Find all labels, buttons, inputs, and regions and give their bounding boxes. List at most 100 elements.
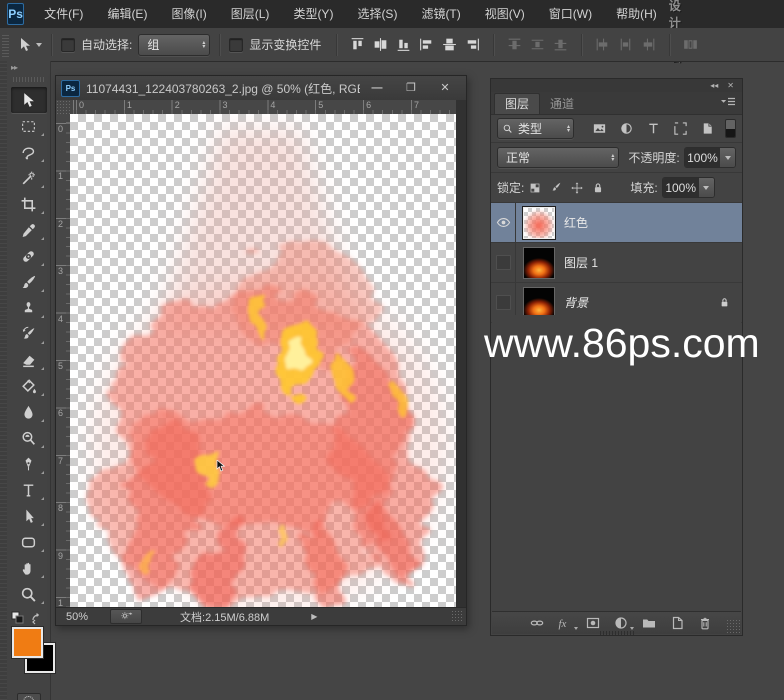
minimize-button[interactable]: — <box>360 77 394 99</box>
adjustment-layer-button[interactable] <box>613 615 629 631</box>
maximize-button[interactable]: ❐ <box>394 77 428 99</box>
close-panel-icon[interactable]: ✕ <box>727 81 734 90</box>
panel-resize-nub[interactable] <box>600 631 634 635</box>
crop-tool[interactable] <box>11 191 47 217</box>
blend-mode-dropdown[interactable]: 正常 ▴▾ <box>497 147 619 168</box>
panel-menu-icon[interactable] <box>720 97 736 107</box>
status-options-button[interactable] <box>110 609 142 624</box>
menu-item-7[interactable]: 滤镜(T) <box>409 0 472 28</box>
dodge-tool[interactable] <box>11 425 47 451</box>
window-frame <box>456 100 466 608</box>
filter-type-dropdown[interactable]: 类型 ▴▾ <box>497 118 574 139</box>
visibility-eye-icon[interactable] <box>491 203 516 242</box>
magic-wand-tool[interactable] <box>11 165 47 191</box>
collapse-panel-icon[interactable]: ▸▸ <box>7 61 50 74</box>
delete-layer-button[interactable] <box>697 615 713 631</box>
shape-tool[interactable] <box>11 529 47 555</box>
layer-styles-button[interactable]: fx <box>557 615 573 631</box>
pen-tool[interactable] <box>11 451 47 477</box>
layer-name[interactable]: 背景 <box>564 294 588 311</box>
opacity-dropdown[interactable]: 100% <box>684 147 736 168</box>
layer-name[interactable]: 图层 1 <box>564 254 598 271</box>
layer-name[interactable]: 红色 <box>564 214 588 231</box>
align-top-edges-button[interactable] <box>346 33 369 57</box>
visibility-toggle-empty[interactable] <box>491 243 516 282</box>
eraser-tool[interactable] <box>11 347 47 373</box>
fill-dropdown[interactable]: 100% <box>662 177 715 198</box>
menu-item-5[interactable]: 类型(Y) <box>281 0 345 28</box>
align-left-edges-button[interactable] <box>415 33 438 57</box>
lock-all-button[interactable] <box>591 181 605 195</box>
add-mask-button[interactable] <box>585 615 601 631</box>
align-vertical-centers-button[interactable] <box>369 33 392 57</box>
layer-thumbnail[interactable] <box>523 207 555 239</box>
show-transform-checkbox[interactable] <box>229 38 243 52</box>
filter-toggle-switch[interactable] <box>725 119 736 138</box>
layer-thumbnail[interactable] <box>523 287 555 319</box>
auto-select-checkbox[interactable] <box>61 38 75 52</box>
marquee-tool[interactable] <box>11 113 47 139</box>
type-filter-icon[interactable] <box>646 121 661 136</box>
collapse-panel-icon[interactable]: ◂◂ <box>710 81 718 90</box>
lock-transparency-button[interactable] <box>528 181 542 195</box>
new-layer-button[interactable] <box>669 615 685 631</box>
brush-tool[interactable] <box>11 269 47 295</box>
healing-brush-tool[interactable] <box>11 243 47 269</box>
default-colors-icon[interactable] <box>11 611 45 625</box>
new-group-button[interactable] <box>641 615 657 631</box>
auto-select-dropdown[interactable]: 组 ▴▾ <box>138 34 210 56</box>
lasso-tool[interactable] <box>11 139 47 165</box>
active-tool-badge[interactable] <box>17 37 42 53</box>
blur-tool[interactable] <box>11 399 47 425</box>
layer-row-2[interactable]: 图层 1 <box>491 243 742 283</box>
document-size-info: 文档:2.15M/6.88M <box>180 609 269 625</box>
panel-resize-grip[interactable] <box>726 619 740 633</box>
menu-item-9[interactable]: 窗口(W) <box>537 0 604 28</box>
menu-item-1[interactable]: 文件(F) <box>32 0 95 28</box>
auto-select-value: 组 <box>147 36 196 53</box>
foreground-color-swatch[interactable] <box>12 627 43 658</box>
move-tool[interactable] <box>11 87 47 113</box>
layer-row-1[interactable]: 红色 <box>491 203 742 243</box>
menu-item-3[interactable]: 图像(I) <box>159 0 218 28</box>
link-layers-button[interactable] <box>529 615 545 631</box>
close-button[interactable]: ✕ <box>428 77 462 99</box>
align-bottom-edges-button[interactable] <box>392 33 415 57</box>
layer-thumbnail[interactable] <box>523 247 555 279</box>
adjustment-filter-icon[interactable] <box>619 121 634 136</box>
options-grip[interactable] <box>2 33 9 57</box>
document-titlebar[interactable]: Ps 11074431_122403780263_2.jpg @ 50% (红色… <box>56 76 466 101</box>
tab-channels[interactable]: 通道 <box>540 94 584 114</box>
align-horizontal-centers-button[interactable] <box>438 33 461 57</box>
lock-position-button[interactable] <box>570 181 584 195</box>
eyedropper-tool[interactable] <box>11 217 47 243</box>
zoom-level-field[interactable]: 50% <box>66 611 88 623</box>
canvas[interactable] <box>70 114 456 608</box>
lock-pixels-button[interactable] <box>549 181 563 195</box>
menu-item-6[interactable]: 选择(S) <box>345 0 409 28</box>
default-swap-colors-icon[interactable] <box>11 611 47 625</box>
window-resize-grip[interactable] <box>451 610 464 623</box>
toolbar-grip[interactable] <box>13 75 44 83</box>
gradient-tool[interactable] <box>11 373 47 399</box>
type-tool[interactable] <box>11 477 47 503</box>
menu-item-10[interactable]: 帮助(H) <box>604 0 669 28</box>
align-right-edges-button[interactable] <box>461 33 484 57</box>
hand-tool[interactable] <box>11 555 47 581</box>
clone-stamp-tool[interactable] <box>11 295 47 321</box>
menu-item-8[interactable]: 视图(V) <box>473 0 537 28</box>
zoom-tool[interactable] <box>11 581 47 607</box>
menu-item-4[interactable]: 图层(L) <box>219 0 282 28</box>
path-select-tool[interactable] <box>11 503 47 529</box>
menu-item-2[interactable]: 编辑(E) <box>95 0 159 28</box>
status-arrow-icon[interactable]: ▶ <box>311 612 317 621</box>
image-filter-icon[interactable] <box>592 121 607 136</box>
lock-label: 锁定: <box>497 179 524 196</box>
color-swatches <box>11 611 47 681</box>
quick-mask-button[interactable] <box>17 693 41 700</box>
tab-layers[interactable]: 图层 <box>494 93 540 114</box>
history-brush-tool[interactable] <box>11 321 47 347</box>
menu-items: 文件(F)编辑(E)图像(I)图层(L)类型(Y)选择(S)滤镜(T)视图(V)… <box>32 0 669 28</box>
smart-object-filter-icon[interactable] <box>700 121 715 136</box>
shape-filter-icon[interactable] <box>673 121 688 136</box>
